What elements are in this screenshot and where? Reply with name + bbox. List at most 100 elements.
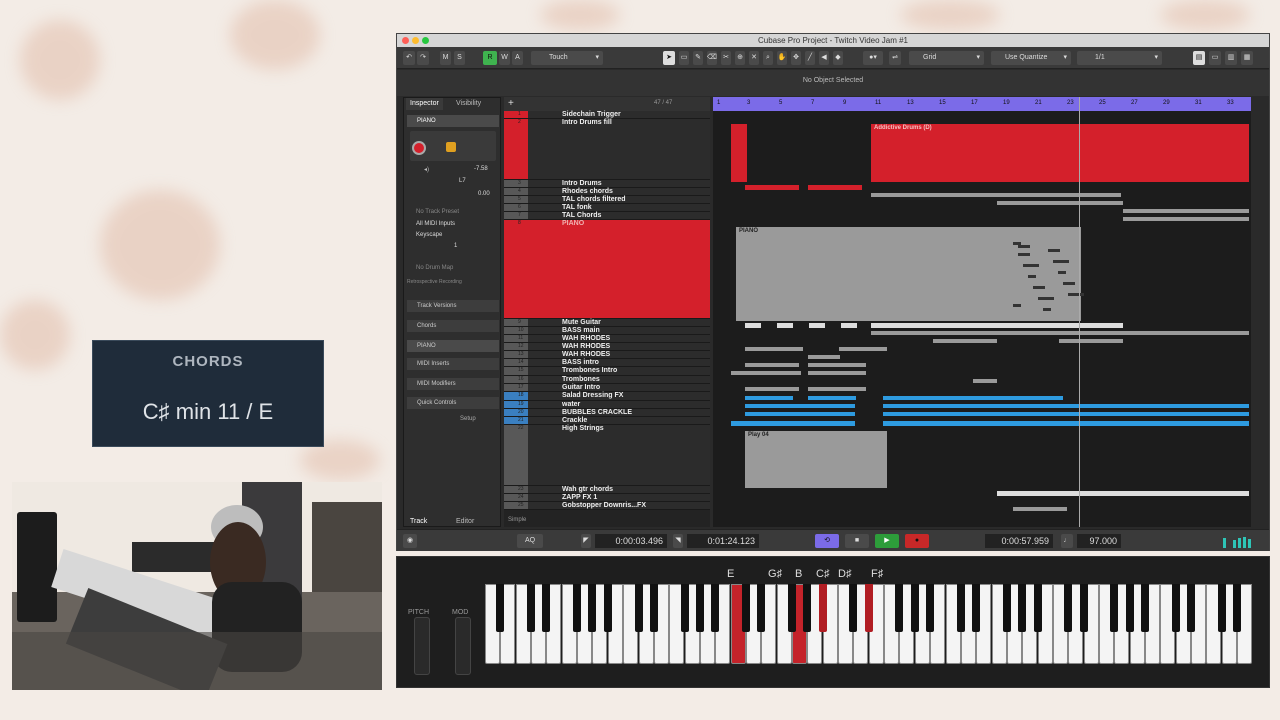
- track-row[interactable]: 10 BASS main: [504, 327, 710, 335]
- track-row[interactable]: 3 Intro Drums: [504, 180, 710, 188]
- black-key[interactable]: [803, 584, 812, 632]
- track-row[interactable]: 24 ZAPP FX 1: [504, 494, 710, 502]
- color-select-icon[interactable]: ●▾: [863, 51, 883, 65]
- pan-value[interactable]: L7: [459, 178, 466, 184]
- black-key[interactable]: [1018, 584, 1027, 632]
- pitch-wheel[interactable]: [414, 617, 430, 675]
- black-key[interactable]: [603, 584, 612, 632]
- section-chords[interactable]: Chords: [407, 320, 499, 332]
- audio-clip[interactable]: [745, 412, 855, 416]
- layout-right-icon[interactable]: ▥: [1225, 51, 1237, 65]
- section-midi-modifiers[interactable]: MIDI Modifiers: [407, 378, 499, 390]
- black-key[interactable]: [956, 584, 965, 632]
- section-midi-inserts[interactable]: MIDI Inserts: [407, 358, 499, 370]
- object-selection-icon[interactable]: ➤: [663, 51, 675, 65]
- split-icon[interactable]: ✂: [721, 51, 731, 65]
- audio-clip[interactable]: [731, 421, 855, 426]
- metronome-icon[interactable]: ♩: [1061, 534, 1073, 548]
- tab-editor[interactable]: Editor: [452, 516, 478, 528]
- track-row[interactable]: 19 water: [504, 401, 710, 409]
- black-key[interactable]: [741, 584, 750, 632]
- black-key[interactable]: [527, 584, 536, 632]
- position-display[interactable]: 0:00:57.959: [985, 534, 1053, 548]
- strings-clip[interactable]: Play 04: [745, 431, 887, 488]
- zoom-window-icon[interactable]: [422, 37, 429, 44]
- piano-clip[interactable]: PIANO: [736, 227, 1081, 321]
- black-key[interactable]: [818, 584, 827, 632]
- track-row[interactable]: 16 Trombones: [504, 376, 710, 384]
- midi-clip[interactable]: [731, 371, 801, 375]
- track-row[interactable]: 8 PIANO: [504, 220, 710, 319]
- track-row[interactable]: 22 High Strings: [504, 425, 710, 486]
- midi-clip[interactable]: [871, 193, 1121, 197]
- auto-scroll-icon[interactable]: ⇌: [889, 51, 901, 65]
- midi-clip[interactable]: [808, 363, 866, 367]
- midi-clip[interactable]: [1013, 507, 1067, 511]
- redo-icon[interactable]: ↷: [417, 51, 429, 65]
- track-row[interactable]: 9 Mute Guitar: [504, 319, 710, 327]
- midi-input[interactable]: All MIDI Inputs: [416, 221, 455, 227]
- stop-button[interactable]: ■: [845, 534, 869, 548]
- black-key[interactable]: [910, 584, 919, 632]
- track-row[interactable]: 2 Intro Drums fill: [504, 119, 710, 180]
- setup-link[interactable]: Setup: [460, 416, 476, 422]
- track-row[interactable]: 7 TAL Chords: [504, 212, 710, 220]
- midi-clip[interactable]: [808, 355, 840, 359]
- color-icon[interactable]: ◆: [833, 51, 843, 65]
- section-track-versions[interactable]: Track Versions: [407, 300, 499, 312]
- read-automation-button[interactable]: R: [483, 51, 497, 65]
- audio-clip[interactable]: [883, 421, 1249, 426]
- quantize-value-select[interactable]: 1/1 ▾: [1077, 51, 1162, 65]
- black-key[interactable]: [588, 584, 597, 632]
- black-key[interactable]: [1141, 584, 1150, 632]
- black-key[interactable]: [1233, 584, 1242, 632]
- black-key[interactable]: [680, 584, 689, 632]
- drum-clip[interactable]: [731, 124, 747, 182]
- cycle-button[interactable]: ⟲: [815, 534, 839, 548]
- midi-clip[interactable]: [809, 323, 825, 328]
- midi-output[interactable]: Keyscape: [416, 232, 442, 238]
- zoom-icon[interactable]: ⌕: [763, 51, 773, 65]
- black-key[interactable]: [573, 584, 582, 632]
- drum-clip[interactable]: Addictive Drums (D): [871, 124, 1249, 182]
- right-locator-icon[interactable]: ◥: [673, 534, 683, 548]
- track-row[interactable]: 5 TAL chords filtered: [504, 196, 710, 204]
- audio-clip[interactable]: [745, 404, 855, 408]
- play-button[interactable]: ▶: [875, 534, 899, 548]
- layout-toolbar-icon[interactable]: ▦: [1241, 51, 1253, 65]
- mod-wheel[interactable]: [455, 617, 471, 675]
- black-key[interactable]: [849, 584, 858, 632]
- midi-clip[interactable]: [933, 339, 997, 343]
- section-quick-controls[interactable]: Quick Controls: [407, 397, 499, 409]
- black-key[interactable]: [711, 584, 720, 632]
- midi-clip[interactable]: [973, 379, 997, 383]
- black-key[interactable]: [496, 584, 505, 632]
- midi-clip[interactable]: [745, 323, 761, 328]
- track-row[interactable]: 1 Sidechain Trigger: [504, 111, 710, 119]
- mute-button[interactable]: M: [440, 51, 451, 65]
- left-locator[interactable]: 0:00:03.496: [595, 534, 667, 548]
- black-key[interactable]: [695, 584, 704, 632]
- black-key[interactable]: [757, 584, 766, 632]
- midi-clip[interactable]: [839, 347, 887, 351]
- midi-channel[interactable]: 1: [454, 243, 457, 249]
- black-key[interactable]: [1033, 584, 1042, 632]
- volume-value[interactable]: -7.58: [474, 166, 488, 172]
- monitor-icon[interactable]: [446, 142, 456, 152]
- layout-bottom-icon[interactable]: ▭: [1209, 51, 1221, 65]
- midi-clip[interactable]: [808, 387, 866, 391]
- track-preset[interactable]: No Track Preset: [416, 209, 459, 215]
- track-row[interactable]: 13 WAH RHODES: [504, 351, 710, 359]
- midi-clip[interactable]: [777, 323, 793, 328]
- black-key[interactable]: [1125, 584, 1134, 632]
- inspector-track-header[interactable]: PIANO: [407, 115, 499, 127]
- black-key[interactable]: [926, 584, 935, 632]
- black-key[interactable]: [542, 584, 551, 632]
- project-window[interactable]: 1 3 5 7 9 11 13 15 17 19 21 23 25 27 29 31 33 Addictive …: [713, 97, 1251, 527]
- midi-clip[interactable]: [997, 201, 1123, 205]
- midi-clip[interactable]: [871, 331, 1249, 335]
- section-piano[interactable]: PIANO: [407, 340, 499, 352]
- midi-clip[interactable]: [745, 347, 803, 351]
- black-key[interactable]: [1064, 584, 1073, 632]
- retrospective-recording[interactable]: Retrospective Recording: [407, 279, 462, 285]
